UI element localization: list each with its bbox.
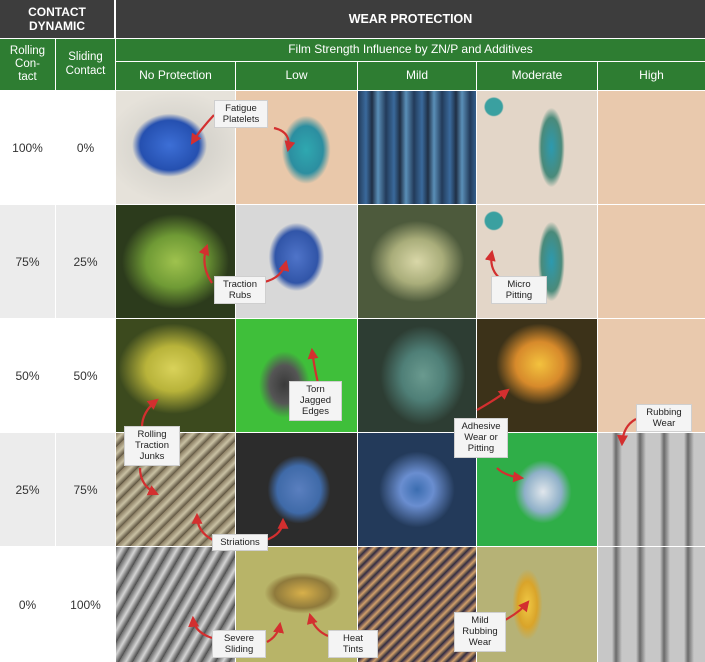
micrograph-50-no-protection [116, 319, 235, 432]
rolling-pct-row-2: 75% [0, 205, 55, 318]
wear-protection-header: WEAR PROTECTION [116, 0, 705, 38]
micrograph-0-high [598, 547, 705, 662]
label-adhesive-wear: Adhesive Wear or Pitting [454, 418, 508, 458]
sliding-pct-row-2: 25% [56, 205, 115, 318]
label-mild-rubbing-wear: Mild Rubbing Wear [454, 612, 506, 652]
sliding-pct-row-4: 75% [56, 433, 115, 546]
rolling-pct-row-1: 100% [0, 91, 55, 204]
rolling-pct-row-5: 0% [0, 547, 55, 662]
label-rolling-traction-junks: Rolling Traction Junks [124, 426, 180, 466]
micrograph-50-moderate [477, 319, 597, 432]
film-strength-header: Film Strength Influence by ZN/P and Addi… [116, 39, 705, 61]
label-micro-pitting: Micro Pitting [491, 276, 547, 305]
micrograph-75-mild [358, 205, 476, 318]
sliding-pct-row-1: 0% [56, 91, 115, 204]
micrograph-25-high [598, 433, 705, 546]
col-header-mild: Mild [358, 62, 476, 90]
micrograph-75-high [598, 205, 705, 318]
wear-chart: CONTACT DYNAMIC WEAR PROTECTION Rolling … [0, 0, 705, 662]
micrograph-50-mild [358, 319, 476, 432]
sliding-contact-header: Sliding Contact [56, 39, 115, 90]
label-fatigue-platelets: Fatigue Platelets [214, 100, 268, 129]
col-header-low: Low [236, 62, 357, 90]
label-rubbing-wear: Rubbing Wear [636, 404, 692, 433]
label-traction-rubs: Traction Rubs [214, 276, 266, 305]
micrograph-25-low [236, 433, 357, 546]
micrograph-100-high [598, 91, 705, 204]
contact-dynamic-header: CONTACT DYNAMIC [0, 0, 115, 38]
label-striations: Striations [212, 534, 268, 552]
micrograph-100-moderate [477, 91, 597, 204]
label-heat-tints: Heat Tints [328, 630, 378, 659]
rolling-pct-row-3: 50% [0, 319, 55, 432]
col-header-moderate: Moderate [477, 62, 597, 90]
micrograph-100-mild [358, 91, 476, 204]
sliding-pct-row-5: 100% [56, 547, 115, 662]
col-header-no-protection: No Protection [116, 62, 235, 90]
sliding-pct-row-3: 50% [56, 319, 115, 432]
label-severe-sliding: Severe Sliding [212, 630, 266, 659]
rolling-contact-header: Rolling Con- tact [0, 39, 55, 90]
label-torn-jagged-edges: Torn Jagged Edges [289, 381, 342, 421]
col-header-high: High [598, 62, 705, 90]
rolling-pct-row-4: 25% [0, 433, 55, 546]
